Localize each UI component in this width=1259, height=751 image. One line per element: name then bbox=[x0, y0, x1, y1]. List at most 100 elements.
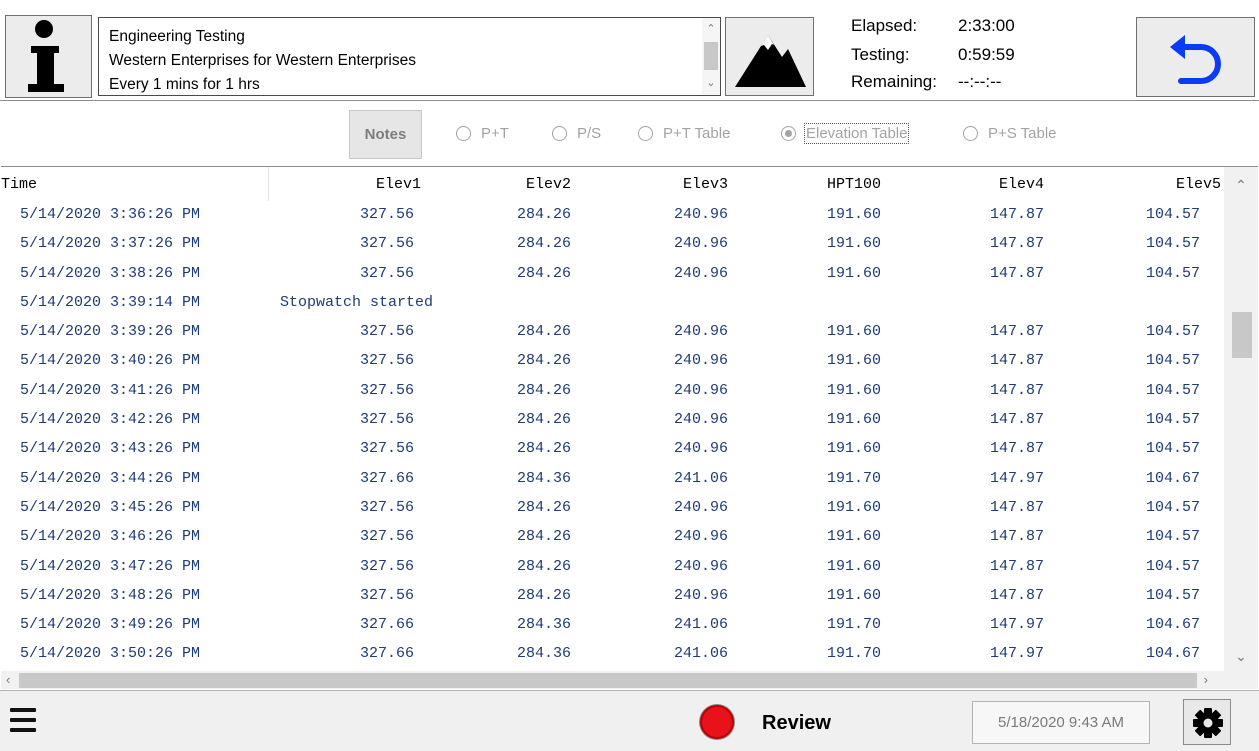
info-button[interactable] bbox=[5, 15, 92, 98]
info-scrollbar-thumb[interactable] bbox=[704, 42, 718, 70]
cell-elev5: 104.57 bbox=[1145, 411, 1200, 429]
radio-circle-icon[interactable] bbox=[638, 125, 653, 141]
cell-elev1: 327.56 bbox=[359, 440, 414, 458]
record-icon[interactable] bbox=[700, 705, 734, 739]
table-horizontal-scrollbar[interactable]: ‹ › bbox=[1, 671, 1258, 689]
info-icon bbox=[28, 20, 64, 92]
cell-elev3: 241.06 bbox=[673, 469, 728, 487]
cell-elev3: 240.96 bbox=[673, 411, 728, 429]
table-row[interactable]: 5/14/2020 3:50:26 PM 327.66 284.36 241.06 19… bbox=[1, 640, 1223, 669]
column-header-elev1[interactable]: Elev1 bbox=[301, 176, 421, 193]
table-vertical-scrollbar[interactable]: ⌃ ⌄ bbox=[1224, 167, 1258, 671]
cell-hpt100: 191.60 bbox=[826, 557, 881, 575]
cell-elev1: 327.56 bbox=[359, 557, 414, 575]
cell-elev1: 327.56 bbox=[359, 264, 414, 282]
cell-time: 5/14/2020 3:38:26 PM bbox=[20, 264, 201, 282]
radio-selected-icon[interactable] bbox=[781, 125, 796, 141]
table-row[interactable]: 5/14/2020 3:45:26 PM 327.56 284.26 240.96 19… bbox=[1, 494, 1223, 523]
radio-pt-table-label: P+T Table bbox=[663, 124, 731, 142]
table-row[interactable]: 5/14/2020 3:48:26 PM 327.56 284.26 240.96 19… bbox=[1, 582, 1223, 611]
cell-elev1: 327.56 bbox=[359, 528, 414, 546]
cell-elev3: 240.96 bbox=[673, 557, 728, 575]
cell-time: 5/14/2020 3:41:26 PM bbox=[20, 381, 201, 399]
cell-elev4: 147.97 bbox=[989, 645, 1044, 663]
table-row[interactable]: 5/14/2020 3:47:26 PM 327.56 284.26 240.96 19… bbox=[1, 553, 1223, 582]
cell-elev4: 147.87 bbox=[989, 352, 1044, 370]
cell-elev5: 104.57 bbox=[1145, 264, 1200, 282]
cell-hpt100: 191.60 bbox=[826, 586, 881, 604]
radio-elevation-table[interactable]: Elevation Table bbox=[781, 122, 910, 144]
column-header-elev5[interactable]: Elev5 bbox=[1101, 176, 1221, 193]
settings-button[interactable] bbox=[1183, 699, 1231, 745]
scroll-up-icon[interactable]: ⌃ bbox=[702, 22, 720, 35]
column-header-elev3[interactable]: Elev3 bbox=[608, 176, 728, 193]
column-header-time[interactable]: Time bbox=[1, 176, 37, 193]
table-row[interactable]: 5/14/2020 3:41:26 PM 327.56 284.26 240.96 19… bbox=[1, 377, 1223, 406]
radio-ps-table-label: P+S Table bbox=[988, 124, 1057, 142]
radio-ps[interactable]: P/S bbox=[552, 124, 601, 142]
scroll-left-icon[interactable]: ‹ bbox=[6, 672, 10, 687]
cell-elev4: 147.87 bbox=[989, 235, 1044, 253]
remaining-label: Remaining: bbox=[851, 72, 937, 91]
cell-elev4: 147.87 bbox=[989, 411, 1044, 429]
cell-elev1: 327.56 bbox=[359, 235, 414, 253]
cell-time: 5/14/2020 3:37:26 PM bbox=[20, 235, 201, 253]
column-header-elev2[interactable]: Elev2 bbox=[451, 176, 571, 193]
cell-hpt100: 191.60 bbox=[826, 206, 881, 223]
test-info-textbox[interactable]: Engineering Testing Western Enterprises … bbox=[98, 17, 721, 96]
table-row[interactable]: 5/14/2020 3:38:26 PM 327.56 284.26 240.96 19… bbox=[1, 260, 1223, 289]
testing-readout: Testing: 0:59:59 bbox=[851, 45, 1015, 65]
cell-elev4: 147.87 bbox=[989, 498, 1044, 516]
table-row[interactable]: 5/14/2020 3:40:26 PM 327.56 284.26 240.96 19… bbox=[1, 347, 1223, 376]
cell-elev1: 327.56 bbox=[359, 323, 414, 341]
notes-button[interactable]: Notes bbox=[349, 110, 422, 159]
testing-value: 0:59:59 bbox=[958, 45, 1015, 64]
cell-elev3: 240.96 bbox=[673, 381, 728, 399]
table-row[interactable]: 5/14/2020 3:43:26 PM 327.56 284.26 240.96 19… bbox=[1, 435, 1223, 464]
table-row[interactable]: 5/14/2020 3:39:26 PM 327.56 284.26 240.96 19… bbox=[1, 318, 1223, 347]
back-button[interactable] bbox=[1136, 17, 1255, 97]
cell-time: 5/14/2020 3:49:26 PM bbox=[20, 616, 201, 634]
table-horizontal-scrollbar-thumb[interactable] bbox=[19, 673, 1197, 688]
cell-event-note: Stopwatch started bbox=[280, 293, 434, 311]
radio-circle-icon[interactable] bbox=[552, 125, 567, 141]
cell-elev5: 104.57 bbox=[1145, 440, 1200, 458]
cell-hpt100: 191.60 bbox=[826, 235, 881, 253]
table-row[interactable]: 5/14/2020 3:36:26 PM 327.56 284.26 240.96 19… bbox=[1, 201, 1223, 230]
elevation-button[interactable] bbox=[725, 17, 814, 96]
scroll-down-icon[interactable]: ⌄ bbox=[1224, 648, 1258, 665]
table-row[interactable]: 5/14/2020 3:49:26 PM 327.66 284.36 241.06 19… bbox=[1, 611, 1223, 640]
info-scrollbar[interactable]: ⌃ ⌄ bbox=[702, 18, 720, 95]
date-display[interactable]: 5/18/2020 9:43 AM bbox=[972, 701, 1150, 744]
column-header-elev4[interactable]: Elev4 bbox=[924, 176, 1044, 193]
cell-hpt100: 191.60 bbox=[826, 264, 881, 282]
table-row[interactable]: 5/14/2020 3:42:26 PM 327.56 284.26 240.96 19… bbox=[1, 406, 1223, 435]
cell-hpt100: 191.60 bbox=[826, 411, 881, 429]
table-vertical-scrollbar-thumb[interactable] bbox=[1232, 312, 1252, 358]
table-row[interactable]: 5/14/2020 3:37:26 PM 327.56 284.26 240.96 19… bbox=[1, 230, 1223, 259]
table-row[interactable]: 5/14/2020 3:46:26 PM 327.56 284.26 240.96 19… bbox=[1, 523, 1223, 552]
scroll-right-icon[interactable]: › bbox=[1204, 672, 1208, 687]
table-row[interactable]: 5/14/2020 3:44:26 PM 327.66 284.36 241.06 19… bbox=[1, 465, 1223, 494]
cell-elev4: 147.87 bbox=[989, 528, 1044, 546]
cell-elev3: 240.96 bbox=[673, 206, 728, 223]
radio-pt[interactable]: P+T bbox=[456, 124, 509, 142]
review-label[interactable]: Review bbox=[762, 712, 831, 735]
cell-elev3: 240.96 bbox=[673, 586, 728, 604]
info-line-schedule: Every 1 mins for 1 hrs bbox=[109, 76, 260, 93]
radio-circle-icon[interactable] bbox=[456, 125, 471, 141]
radio-pt-table[interactable]: P+T Table bbox=[638, 124, 730, 142]
cell-elev5: 104.57 bbox=[1145, 235, 1200, 253]
scroll-up-icon[interactable]: ⌃ bbox=[1224, 177, 1258, 194]
cell-time: 5/14/2020 3:42:26 PM bbox=[20, 411, 201, 429]
radio-ps-table[interactable]: P+S Table bbox=[963, 124, 1057, 142]
scroll-down-icon[interactable]: ⌄ bbox=[702, 76, 720, 89]
hamburger-menu-icon[interactable] bbox=[10, 708, 36, 732]
cell-elev5: 104.57 bbox=[1145, 498, 1200, 516]
table-row[interactable]: 5/14/2020 3:39:14 PM Stopwatch started bbox=[1, 289, 1223, 318]
info-line-customer: Western Enterprises for Western Enterpri… bbox=[109, 52, 416, 69]
radio-circle-icon[interactable] bbox=[963, 125, 978, 141]
column-header-hpt100[interactable]: HPT100 bbox=[761, 176, 881, 193]
cell-time: 5/14/2020 3:44:26 PM bbox=[20, 469, 201, 487]
view-selector-bar: Notes P+T P/S P+T Table Elevation Table … bbox=[0, 102, 1259, 165]
